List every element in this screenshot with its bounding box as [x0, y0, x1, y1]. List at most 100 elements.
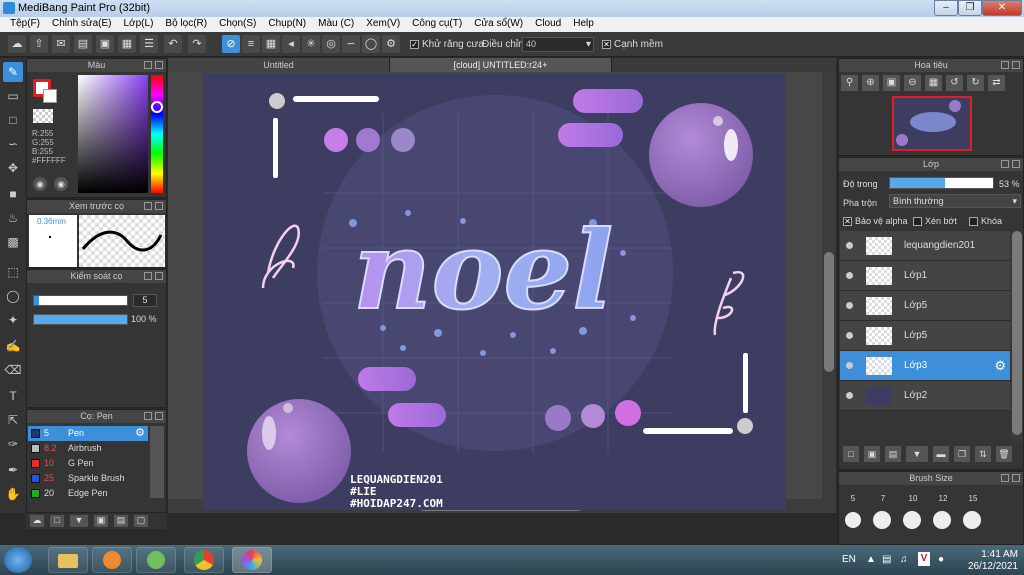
- panel-close-icon[interactable]: [155, 412, 163, 420]
- tray-app-icon[interactable]: ●: [938, 554, 944, 565]
- curve-snap-icon[interactable]: ∽: [342, 35, 360, 53]
- eye-icon[interactable]: [846, 242, 853, 249]
- protect-alpha-checkbox[interactable]: ✕: [843, 217, 852, 227]
- eye-icon[interactable]: [846, 392, 853, 399]
- magic-wand-tool-icon[interactable]: ✦: [3, 310, 23, 330]
- artwork-canvas[interactable]: noel LEQUANGDIEN201 #LIE #HOIDAP247.COM: [203, 73, 786, 510]
- panel-close-icon[interactable]: [1012, 474, 1020, 482]
- panel-close-icon[interactable]: [1012, 160, 1020, 168]
- clip-checkbox[interactable]: [913, 217, 922, 227]
- menu-layer[interactable]: Lớp(L): [118, 17, 160, 32]
- panel-close-icon[interactable]: [155, 272, 163, 280]
- brush-item-sparkle[interactable]: 25 Sparkle Brush: [28, 471, 148, 486]
- select-eraser-tool-icon[interactable]: ⌫: [3, 360, 23, 380]
- brush-size-dot[interactable]: [933, 511, 951, 529]
- layer-menu-icon[interactable]: ▼: [906, 446, 928, 462]
- new-layer-icon[interactable]: □: [843, 446, 859, 462]
- navigator-thumbnail[interactable]: [892, 96, 972, 151]
- brush-size-dot[interactable]: [903, 511, 921, 529]
- start-button[interactable]: [4, 547, 32, 573]
- brush-tool-icon[interactable]: ✎: [3, 62, 23, 82]
- add-brush-icon[interactable]: ☁: [30, 515, 44, 527]
- protect-alpha-option[interactable]: ✕ Bảo vệ alpha: [843, 216, 908, 227]
- eyedropper-tool-icon[interactable]: ✑: [3, 434, 23, 454]
- brush-size-slider[interactable]: [33, 295, 128, 306]
- gradient-tool-icon[interactable]: ▩: [3, 232, 23, 252]
- chat-icon[interactable]: ✉: [52, 35, 70, 53]
- layer-row[interactable]: Lớp5: [840, 291, 1010, 321]
- media-player-taskbar-icon[interactable]: [92, 547, 132, 573]
- brush-copy-icon[interactable]: ▣: [94, 515, 108, 527]
- brush-item-g-pen[interactable]: 10 G Pen: [28, 456, 148, 471]
- brush-folder-icon[interactable]: ▤: [114, 515, 128, 527]
- panel-close-icon[interactable]: [155, 202, 163, 210]
- lock-option[interactable]: Khóa: [969, 216, 1002, 227]
- menu-file[interactable]: Tệp(F): [4, 17, 46, 32]
- brush-item-airbrush[interactable]: 8.2 Airbrush: [28, 441, 148, 456]
- circle-snap-icon[interactable]: ◎: [322, 35, 340, 53]
- move-tool-icon[interactable]: ✥: [3, 158, 23, 178]
- flip-icon[interactable]: ⇄: [988, 75, 1005, 91]
- clock[interactable]: 1:41 AM 26/12/2021: [968, 549, 1018, 573]
- new-halftone-layer-icon[interactable]: ▣: [864, 446, 880, 462]
- brush-delete-icon[interactable]: ▢: [134, 515, 148, 527]
- redo-icon[interactable]: ↷: [188, 35, 206, 53]
- ellipse-snap-icon[interactable]: ◯: [362, 35, 380, 53]
- clip-option[interactable]: Xén bớt: [913, 216, 957, 227]
- list-icon[interactable]: ☰: [140, 35, 158, 53]
- cross-snap-icon[interactable]: ▦: [262, 35, 280, 53]
- detach-icon[interactable]: [144, 202, 152, 210]
- network-icon[interactable]: ▤: [882, 554, 891, 565]
- rotate-right-icon[interactable]: ↻: [967, 75, 984, 91]
- layer-row[interactable]: Lớp1: [840, 261, 1010, 291]
- zoom-fit-icon[interactable]: ⚲: [841, 75, 858, 91]
- layer-row[interactable]: Lớp2: [840, 381, 1010, 411]
- hue-slider[interactable]: [151, 75, 163, 193]
- antialias-checkbox[interactable]: ✓: [410, 39, 419, 49]
- volume-icon[interactable]: ♫: [900, 554, 908, 565]
- menu-filter[interactable]: Bộ lọc(R): [159, 17, 213, 32]
- explorer-taskbar-icon[interactable]: [48, 547, 88, 573]
- duplicate-layer-icon[interactable]: ❐: [954, 446, 970, 462]
- text-tool-icon[interactable]: T: [3, 386, 23, 406]
- brush-item-pen[interactable]: 5 Pen ⚙: [28, 426, 148, 441]
- pen-tool-icon[interactable]: ✒: [3, 460, 23, 480]
- zoom-out-icon[interactable]: ⊖: [904, 75, 921, 91]
- gear-icon[interactable]: ⚙: [994, 358, 1006, 374]
- palette-icon[interactable]: ◉: [33, 177, 47, 191]
- detach-icon[interactable]: [1001, 61, 1009, 69]
- operation-tool-icon[interactable]: ⇱: [3, 410, 23, 430]
- menu-help[interactable]: Help: [567, 17, 600, 32]
- antialias-option[interactable]: ✓ Khử răng cưa: [410, 39, 484, 50]
- lock-checkbox[interactable]: [969, 217, 978, 227]
- menu-color[interactable]: Màu (C): [312, 17, 360, 32]
- soft-edge-checkbox[interactable]: ✕: [602, 39, 611, 49]
- brush-settings-icon[interactable]: ⚙: [135, 426, 145, 441]
- new-8bit-layer-icon[interactable]: ▤: [885, 446, 901, 462]
- tab-cloud-untitled[interactable]: [cloud] UNTITLED:r24+: [390, 58, 612, 72]
- dot-tool-icon[interactable]: ∽: [3, 134, 23, 154]
- eye-icon[interactable]: [846, 362, 853, 369]
- app-taskbar-icon[interactable]: [136, 547, 176, 573]
- detach-icon[interactable]: [144, 61, 152, 69]
- layer-folder-icon[interactable]: ▬: [933, 446, 949, 462]
- brush-size-dot[interactable]: [963, 511, 981, 529]
- merge-layer-icon[interactable]: ⇅: [975, 446, 991, 462]
- panel-close-icon[interactable]: [1012, 61, 1020, 69]
- vertical-scroll-thumb[interactable]: [824, 252, 834, 372]
- brush-size-dot[interactable]: [845, 512, 861, 528]
- menu-window[interactable]: Cửa sổ(W): [468, 17, 529, 32]
- fit-window-icon[interactable]: ▦: [925, 75, 942, 91]
- layer-opacity-slider[interactable]: [889, 177, 994, 189]
- vanish-snap-icon[interactable]: ◂: [282, 35, 300, 53]
- lasso-tool-icon[interactable]: ◯: [3, 286, 23, 306]
- new-brush-icon[interactable]: □: [50, 515, 64, 527]
- brush-item-edge-pen[interactable]: 20 Edge Pen: [28, 486, 148, 501]
- detach-icon[interactable]: [144, 412, 152, 420]
- canvas-vertical-scrollbar[interactable]: [822, 72, 836, 513]
- hue-handle[interactable]: [151, 101, 163, 113]
- undo-icon[interactable]: ↶: [164, 35, 182, 53]
- blend-mode-select[interactable]: Bình thường ▾: [889, 194, 1021, 208]
- minimize-button[interactable]: –: [934, 0, 958, 16]
- unikey-icon[interactable]: V: [918, 552, 930, 566]
